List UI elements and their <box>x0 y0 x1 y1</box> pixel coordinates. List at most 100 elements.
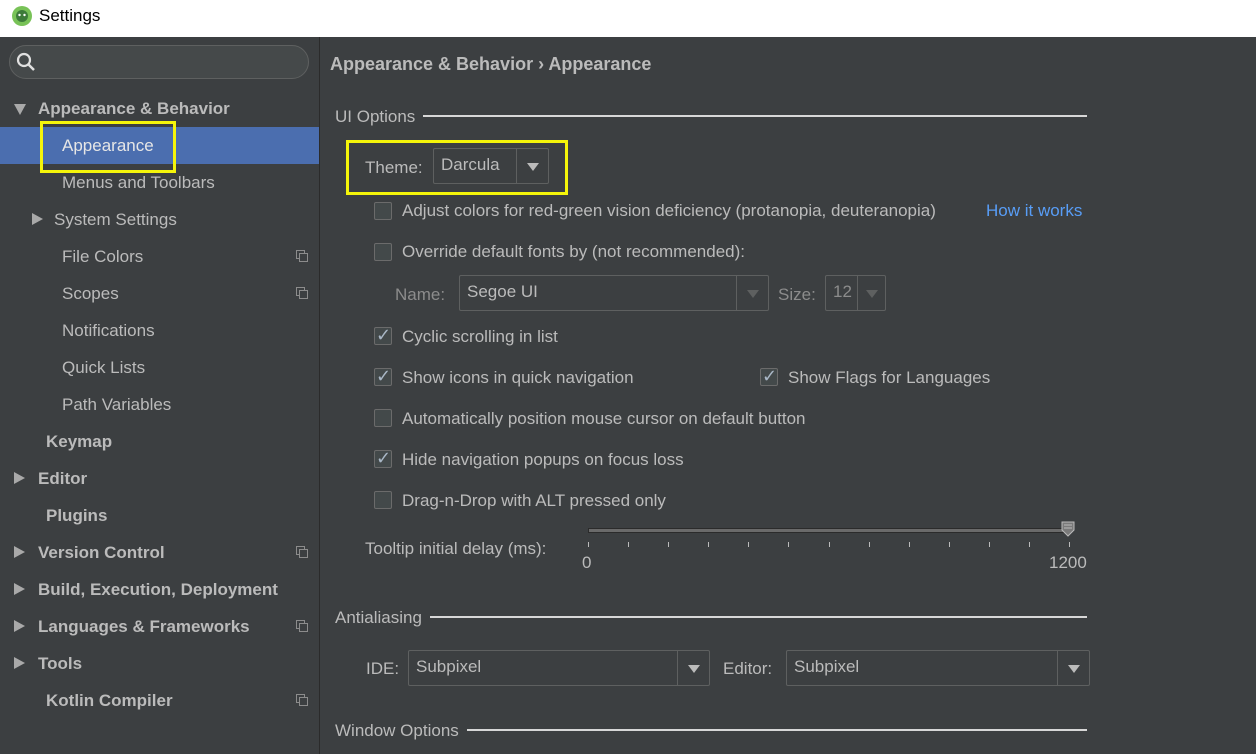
slider-tick <box>708 542 710 547</box>
slider-tick <box>668 542 670 547</box>
adjust-colors-checkbox[interactable] <box>374 202 392 220</box>
android-studio-icon <box>12 6 32 26</box>
ide-label: IDE: <box>366 659 400 678</box>
settings-content: Appearance & Behavior › Appearance UI Op… <box>320 37 1256 754</box>
sidebar-item-kotlin-compiler[interactable]: Kotlin Compiler <box>0 682 319 719</box>
sidebar-item-build-execution-deployment[interactable]: Build, Execution, Deployment <box>0 571 319 608</box>
dropdown-button[interactable] <box>857 276 885 310</box>
project-settings-icon <box>296 620 308 632</box>
sidebar-item-keymap[interactable]: Keymap <box>0 423 319 460</box>
override-fonts-label: Override default fonts by (not recommend… <box>402 242 745 261</box>
theme-highlight-box <box>346 140 568 195</box>
sidebar-item-languages-frameworks[interactable]: Languages & Frameworks <box>0 608 319 645</box>
dropdown-button[interactable] <box>1057 651 1089 685</box>
sidebar-item-label: File Colors <box>62 247 144 266</box>
appearance-highlight-box <box>40 121 176 173</box>
sidebar-item-label: Editor <box>38 469 88 488</box>
auto-position-checkbox[interactable] <box>374 409 392 427</box>
sidebar-item-editor[interactable]: Editor <box>0 460 319 497</box>
collapsed-arrow-icon <box>32 213 43 225</box>
how-it-works-link[interactable]: How it works <box>986 201 1082 221</box>
project-settings-icon <box>296 287 308 299</box>
window-title: Settings <box>39 6 101 25</box>
chevron-down-icon <box>747 290 759 298</box>
sidebar-item-label: Quick Lists <box>62 358 146 377</box>
adjust-colors-label: Adjust colors for red-green vision defic… <box>402 201 936 220</box>
sidebar-item-system-settings[interactable]: System Settings <box>0 201 319 238</box>
sidebar-item-label: System Settings <box>54 210 177 229</box>
collapsed-arrow-icon <box>14 583 25 595</box>
font-size-value: 12 <box>833 282 852 301</box>
project-settings-icon <box>296 546 308 558</box>
chevron-down-icon <box>688 665 700 673</box>
slider-tick <box>1028 542 1030 547</box>
slider-tick <box>948 542 950 547</box>
sidebar-item-version-control[interactable]: Version Control <box>0 534 319 571</box>
hide-popups-label: Hide navigation popups on focus loss <box>402 450 684 469</box>
slider-tick <box>788 542 790 547</box>
antialiasing-title: Antialiasing <box>335 608 430 628</box>
slider-tick <box>908 542 910 547</box>
show-flags-checkbox[interactable]: ✓ <box>760 366 778 387</box>
settings-sidebar: Appearance & Behavior Appearance Menus a… <box>0 37 320 754</box>
font-name-dropdown[interactable]: Segoe UI <box>459 275 769 311</box>
sidebar-item-tools[interactable]: Tools <box>0 645 319 682</box>
ide-antialiasing-dropdown[interactable]: Subpixel <box>408 650 710 686</box>
ide-antialiasing-value: Subpixel <box>416 657 482 676</box>
chevron-down-icon <box>866 290 878 298</box>
ui-options-title: UI Options <box>335 107 424 127</box>
tooltip-min-label: 0 <box>582 553 592 572</box>
drag-n-drop-checkbox[interactable] <box>374 491 392 509</box>
sidebar-item-quick-lists[interactable]: Quick Lists <box>0 349 319 386</box>
dropdown-button[interactable] <box>677 651 709 685</box>
override-fonts-checkbox[interactable] <box>374 243 392 261</box>
auto-position-label: Automatically position mouse cursor on d… <box>402 409 806 428</box>
section-divider <box>335 115 1087 117</box>
show-icons-label: Show icons in quick navigation <box>402 368 634 387</box>
sidebar-item-label: Languages & Frameworks <box>38 617 250 636</box>
slider-tick <box>588 542 589 547</box>
sidebar-item-label: Path Variables <box>62 395 172 414</box>
dropdown-button[interactable] <box>736 276 768 310</box>
slider-tick <box>868 542 870 547</box>
sidebar-item-label: Scopes <box>62 284 119 303</box>
hide-popups-checkbox[interactable]: ✓ <box>374 448 392 469</box>
checkmark-icon: ✓ <box>376 448 392 469</box>
sidebar-item-label: Notifications <box>62 321 155 340</box>
sidebar-item-label: Keymap <box>46 432 113 451</box>
slider-tick <box>828 542 830 547</box>
tooltip-max-label: 1200 <box>1049 553 1087 572</box>
tooltip-delay-label: Tooltip initial delay (ms): <box>365 539 547 558</box>
slider-thumb[interactable] <box>1061 521 1075 537</box>
section-divider <box>335 616 1087 618</box>
show-icons-checkbox[interactable]: ✓ <box>374 367 392 387</box>
sidebar-item-notifications[interactable]: Notifications <box>0 312 319 349</box>
project-settings-icon <box>296 250 308 262</box>
search-icon <box>16 52 35 71</box>
font-size-label: Size: <box>778 285 816 304</box>
editor-label: Editor: <box>723 659 773 678</box>
collapsed-arrow-icon <box>14 546 25 558</box>
chevron-down-icon <box>1068 665 1080 673</box>
checkmark-icon: ✓ <box>762 366 778 387</box>
slider-tick <box>988 542 990 547</box>
sidebar-item-label: Kotlin Compiler <box>46 691 173 710</box>
sidebar-item-path-variables[interactable]: Path Variables <box>0 386 319 423</box>
title-bar: Settings <box>0 0 1256 37</box>
drag-n-drop-label: Drag-n-Drop with ALT pressed only <box>402 491 666 510</box>
collapsed-arrow-icon <box>14 657 25 669</box>
editor-antialiasing-dropdown[interactable]: Subpixel <box>786 650 1090 686</box>
cyclic-scrolling-checkbox[interactable]: ✓ <box>374 326 392 346</box>
tooltip-delay-slider[interactable] <box>588 528 1070 533</box>
search-input[interactable] <box>9 45 309 79</box>
collapsed-arrow-icon <box>14 472 25 484</box>
show-flags-label: Show Flags for Languages <box>788 368 991 387</box>
expanded-arrow-icon <box>14 104 26 115</box>
breadcrumb: Appearance & Behavior › Appearance <box>330 54 652 74</box>
sidebar-item-file-colors[interactable]: File Colors <box>0 238 319 275</box>
sidebar-item-label: Plugins <box>46 506 108 525</box>
sidebar-item-scopes[interactable]: Scopes <box>0 275 319 312</box>
cyclic-scrolling-label: Cyclic scrolling in list <box>402 327 558 346</box>
sidebar-item-plugins[interactable]: Plugins <box>0 497 319 534</box>
font-size-dropdown[interactable]: 12 <box>825 275 886 311</box>
